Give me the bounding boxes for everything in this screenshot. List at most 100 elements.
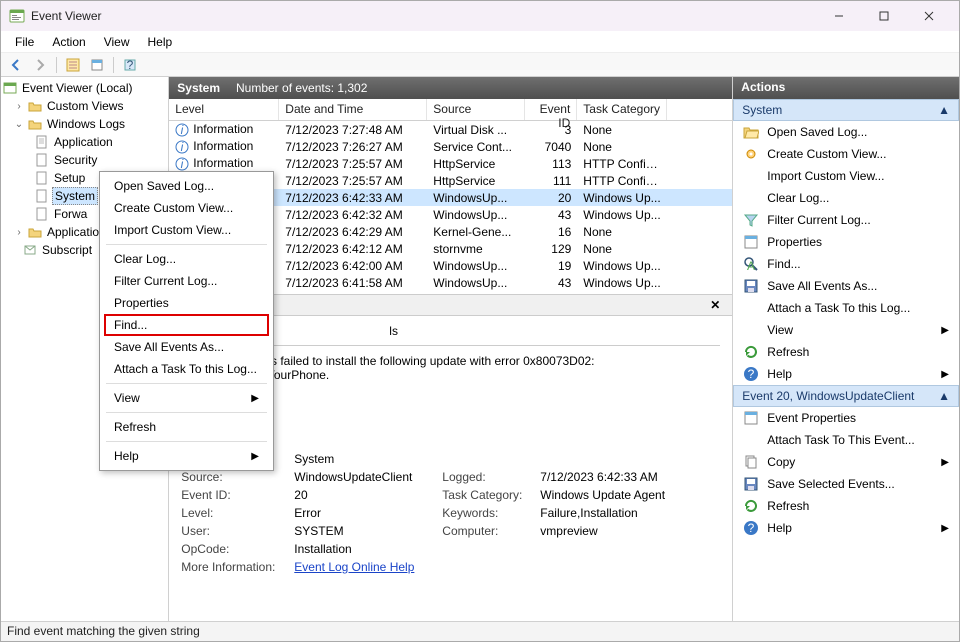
event-viewer-icon (9, 8, 25, 24)
submenu-arrow-icon: ▶ (251, 393, 259, 404)
forward-button[interactable] (29, 55, 51, 75)
col-taskcat[interactable]: Task Category (577, 99, 667, 120)
help-icon: ? (743, 366, 759, 382)
context-item-open-saved-log[interactable]: Open Saved Log... (100, 175, 273, 197)
svg-text:i: i (181, 123, 184, 137)
submenu-arrow-icon: ▶ (251, 451, 259, 462)
close-button[interactable] (906, 1, 951, 31)
find-icon: A (743, 256, 759, 272)
collapse-icon: ▲ (938, 389, 950, 403)
tree-custom-views[interactable]: › Custom Views (1, 97, 168, 115)
col-date[interactable]: Date and Time (279, 99, 427, 120)
tree-log-application[interactable]: Application (1, 133, 168, 151)
action-find[interactable]: AFind... (733, 253, 959, 275)
blank-icon (743, 432, 759, 448)
context-item-refresh[interactable]: Refresh (100, 416, 273, 438)
action-import-custom-view[interactable]: Import Custom View... (733, 165, 959, 187)
action-refresh[interactable]: Refresh (733, 495, 959, 517)
tree-root[interactable]: Event Viewer (Local) (1, 79, 168, 97)
action-help[interactable]: ?Help▶ (733, 517, 959, 539)
menu-help[interactable]: Help (140, 33, 181, 51)
col-eventid[interactable]: Event ID (525, 99, 577, 120)
close-preview-button[interactable]: ✕ (706, 298, 724, 312)
action-filter-current-log[interactable]: Filter Current Log... (733, 209, 959, 231)
action-properties[interactable]: Properties (733, 231, 959, 253)
context-item-properties[interactable]: Properties (100, 292, 273, 314)
maximize-button[interactable] (861, 1, 906, 31)
log-icon (35, 171, 49, 185)
context-item-attach-a-task-to-this-log[interactable]: Attach a Task To this Log... (100, 358, 273, 380)
events-header-title: System (177, 81, 220, 95)
menu-separator (106, 412, 267, 413)
show-tree-button[interactable] (62, 55, 84, 75)
menu-separator (106, 383, 267, 384)
toolbar-separator (113, 57, 114, 73)
svg-text:i: i (181, 157, 184, 171)
action-copy[interactable]: Copy▶ (733, 451, 959, 473)
submenu-arrow-icon: ▶ (941, 457, 949, 468)
minimize-button[interactable] (816, 1, 861, 31)
toolbar: ? (1, 53, 959, 77)
properties-button[interactable] (86, 55, 108, 75)
collapse-icon[interactable]: ⌄ (13, 119, 25, 130)
window-controls (816, 1, 951, 31)
action-attach-a-task-to-this-log[interactable]: Attach a Task To this Log... (733, 297, 959, 319)
table-row[interactable]: iInformation7/12/2023 7:26:27 AMService … (169, 138, 732, 155)
expand-icon[interactable]: › (13, 101, 25, 112)
copy-icon (743, 454, 759, 470)
table-row[interactable]: iInformation7/12/2023 7:27:48 AMVirtual … (169, 121, 732, 138)
log-icon (35, 189, 49, 203)
event-log-help-link[interactable]: Event Log Online Help (294, 560, 434, 574)
context-item-save-all-events-as[interactable]: Save All Events As... (100, 336, 273, 358)
col-level[interactable]: Level (169, 99, 279, 120)
action-create-custom-view[interactable]: Create Custom View... (733, 143, 959, 165)
action-help[interactable]: ?Help▶ (733, 363, 959, 385)
log-icon (35, 135, 49, 149)
context-item-help[interactable]: Help▶ (100, 445, 273, 467)
actions-section-event[interactable]: Event 20, WindowsUpdateClient▲ (733, 385, 959, 407)
props-icon (743, 410, 759, 426)
help-button[interactable]: ? (119, 55, 141, 75)
folder-icon (28, 99, 42, 113)
info-icon: i (175, 123, 189, 137)
expand-icon[interactable]: › (13, 227, 25, 238)
context-item-create-custom-view[interactable]: Create Custom View... (100, 197, 273, 219)
help-icon: ? (743, 520, 759, 536)
action-clear-log[interactable]: Clear Log... (733, 187, 959, 209)
svg-text:?: ? (748, 521, 755, 535)
action-event-properties[interactable]: Event Properties (733, 407, 959, 429)
menu-action[interactable]: Action (44, 33, 93, 51)
context-item-find[interactable]: Find... (100, 314, 273, 336)
svg-text:A: A (747, 259, 755, 272)
statusbar: Find event matching the given string (1, 621, 959, 641)
action-open-saved-log[interactable]: Open Saved Log... (733, 121, 959, 143)
menubar: File Action View Help (1, 31, 959, 53)
action-view[interactable]: View▶ (733, 319, 959, 341)
tree-log-security[interactable]: Security (1, 151, 168, 169)
menu-separator (106, 441, 267, 442)
back-button[interactable] (5, 55, 27, 75)
context-item-filter-current-log[interactable]: Filter Current Log... (100, 270, 273, 292)
action-attach-task-to-this-event[interactable]: Attach Task To This Event... (733, 429, 959, 451)
action-save-selected-events[interactable]: Save Selected Events... (733, 473, 959, 495)
save-icon (743, 476, 759, 492)
context-item-import-custom-view[interactable]: Import Custom View... (100, 219, 273, 241)
toolbar-separator (56, 57, 57, 73)
save-icon (743, 278, 759, 294)
menu-file[interactable]: File (7, 33, 42, 51)
action-refresh[interactable]: Refresh (733, 341, 959, 363)
gear-icon (743, 146, 759, 162)
context-item-clear-log[interactable]: Clear Log... (100, 248, 273, 270)
col-source[interactable]: Source (427, 99, 525, 120)
folder-icon (28, 225, 42, 239)
actions-section-system[interactable]: System▲ (733, 99, 959, 121)
collapse-icon: ▲ (938, 103, 950, 117)
action-save-all-events-as[interactable]: Save All Events As... (733, 275, 959, 297)
tree-windows-logs[interactable]: ⌄ Windows Logs (1, 115, 168, 133)
context-item-view[interactable]: View▶ (100, 387, 273, 409)
svg-text:i: i (181, 140, 184, 154)
window-title: Event Viewer (31, 9, 816, 23)
refresh-icon (743, 498, 759, 514)
menu-view[interactable]: View (96, 33, 138, 51)
table-row[interactable]: iInformation7/12/2023 7:25:57 AMHttpServ… (169, 155, 732, 172)
